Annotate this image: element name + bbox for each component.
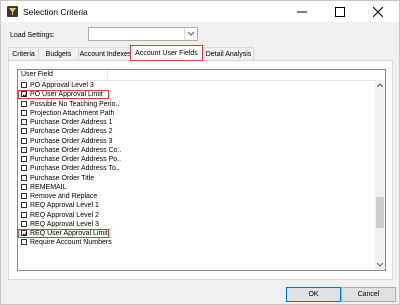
checkbox[interactable]: [21, 156, 27, 163]
list-item-label: Purchase Order Address 2: [30, 128, 113, 136]
vertical-scrollbar[interactable]: [375, 80, 385, 270]
list-item[interactable]: REQ Approval Level 1: [18, 201, 376, 210]
list-item-label: Purchase Order Address 1: [30, 119, 113, 126]
checkmark-icon: [22, 231, 27, 236]
window-title: Selection Criteria: [23, 7, 88, 17]
tab-panel-account-user-fields: User Field PO Approval Level 3 PO User Ap…: [8, 60, 393, 280]
list-item-label: Purchase Order Address To..: [30, 165, 120, 173]
list-item[interactable]: Possible No Teaching Perio..: [18, 100, 376, 109]
list-item[interactable]: Require Account Numbers: [18, 238, 376, 247]
ok-button[interactable]: OK: [286, 287, 341, 302]
list-item-label: REQ Approval Level 2: [30, 211, 99, 219]
list-item-label: Purchase Order Address 3: [30, 137, 113, 145]
list-item-label: Purchase Order Address Po..: [30, 156, 122, 163]
scroll-down-button[interactable]: [375, 260, 385, 270]
checkbox[interactable]: [21, 119, 27, 126]
checkbox[interactable]: [21, 82, 27, 89]
tab-account-user-fields[interactable]: Account User Fields: [130, 45, 203, 61]
tab-account-indexes[interactable]: Account Indexes: [78, 47, 133, 60]
list-item[interactable]: REMEMAIL: [18, 183, 376, 192]
list-rows: PO Approval Level 3 PO User Approval Limi…: [18, 81, 376, 248]
list-item[interactable]: Remove and Replace: [18, 192, 376, 201]
cancel-button[interactable]: Cancel: [341, 287, 396, 302]
list-item[interactable]: REQ User Approval Limit: [18, 228, 376, 238]
list-item[interactable]: Purchase Order Address 3: [18, 137, 376, 146]
tab-detail-analysis[interactable]: Detail Analysis: [203, 47, 254, 60]
list-item[interactable]: Purchase Order Address 1: [18, 118, 376, 127]
checkbox[interactable]: [21, 100, 27, 107]
list-item-label: Projection Attachment Path: [30, 109, 115, 117]
list-item-label: Purchase Order Title: [30, 174, 95, 182]
checkbox[interactable]: [21, 91, 27, 98]
load-settings-dropdown[interactable]: [88, 27, 198, 41]
checkbox[interactable]: [21, 174, 27, 181]
checkbox[interactable]: [21, 109, 27, 116]
list-item-label: REMEMAIL: [30, 183, 67, 191]
list-item[interactable]: PO User Approval Limit: [18, 89, 376, 99]
checkbox[interactable]: [21, 239, 27, 246]
minimize-icon: [297, 11, 307, 13]
checkbox[interactable]: [21, 211, 27, 218]
load-settings-label: Load Settings:: [10, 32, 55, 39]
list-item-label: Remove and Replace: [30, 193, 98, 200]
list-item-label: REQ User Approval Limit: [30, 230, 108, 237]
user-field-list[interactable]: User Field PO Approval Level 3 PO User Ap…: [17, 69, 386, 271]
minimize-button[interactable]: [287, 1, 317, 22]
column-header-user-field[interactable]: User Field: [18, 70, 108, 80]
list-item-label: Possible No Teaching Perio..: [30, 100, 120, 108]
checkmark-icon: [22, 92, 27, 98]
list-item[interactable]: Projection Attachment Path: [18, 109, 376, 118]
checkbox[interactable]: [21, 193, 27, 200]
list-item-label: Purchase Order Address Co..: [30, 146, 122, 154]
checkbox[interactable]: [21, 202, 27, 209]
chevron-down-icon: [188, 32, 194, 36]
list-item[interactable]: Purchase Order Address Po..: [18, 155, 376, 164]
scroll-up-button[interactable]: [375, 80, 385, 90]
maximize-button[interactable]: [325, 1, 355, 22]
checkbox[interactable]: [21, 146, 27, 153]
tab-criteria[interactable]: Criteria: [8, 47, 39, 60]
chevron-down-icon: [377, 263, 383, 267]
list-item-label: Require Account Numbers: [30, 239, 112, 247]
checkbox[interactable]: [21, 220, 27, 227]
maximize-icon: [335, 7, 345, 17]
checkbox[interactable]: [21, 230, 27, 237]
chevron-up-icon: [377, 83, 383, 87]
close-button[interactable]: [363, 1, 393, 22]
list-item[interactable]: Purchase Order Title: [18, 174, 376, 183]
list-item[interactable]: Purchase Order Address 2: [18, 127, 376, 136]
tab-budgets[interactable]: Budgets: [38, 47, 79, 60]
checkbox[interactable]: [21, 165, 27, 172]
list-item[interactable]: REQ Approval Level 2: [18, 211, 376, 220]
list-header: User Field: [18, 70, 385, 81]
checkbox[interactable]: [21, 128, 27, 135]
scrollbar-thumb[interactable]: [376, 197, 384, 228]
list-item-label: REQ Approval Level 1: [30, 202, 99, 210]
checkbox[interactable]: [21, 137, 27, 144]
dialog-window: Selection Criteria Load Settings: Criter…: [0, 0, 400, 305]
app-icon: [7, 6, 18, 17]
list-item[interactable]: Purchase Order Address To..: [18, 164, 376, 173]
dropdown-arrow-button[interactable]: [184, 28, 197, 40]
list-item-label: PO User Approval Limit: [30, 91, 103, 99]
title-bar: Selection Criteria: [1, 1, 399, 22]
checkbox[interactable]: [21, 183, 27, 190]
close-icon: [373, 7, 383, 17]
tab-strip: Criteria Budgets Account Indexes Account…: [8, 45, 394, 61]
list-item[interactable]: Purchase Order Address Co..: [18, 146, 376, 155]
